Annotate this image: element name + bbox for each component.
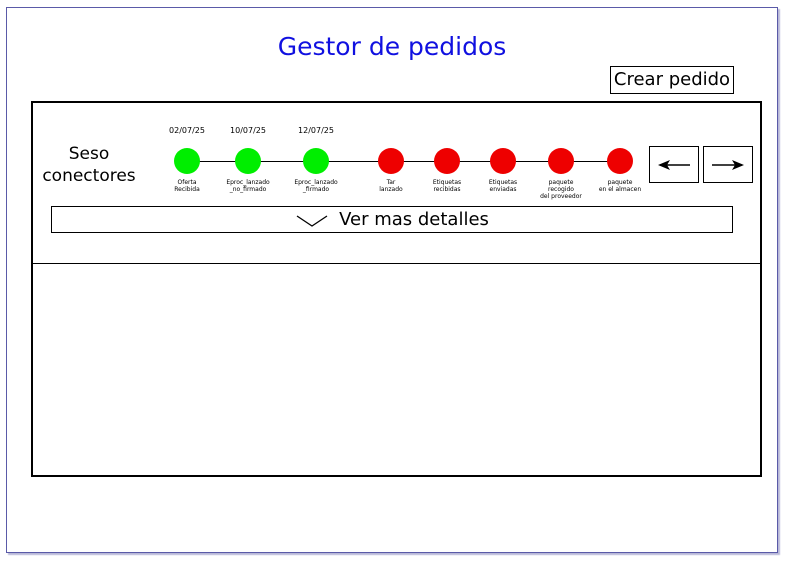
step-status-dot [174, 148, 200, 174]
step-label: Eproc_lanzado _firmado [294, 179, 338, 193]
step-label: paquete en el almacen [598, 179, 642, 193]
step-status-dot [378, 148, 404, 174]
step-status-dot [548, 148, 574, 174]
order-card: Seso conectores 02/07/25 Oferta Recibida… [31, 101, 762, 477]
step-status-dot [490, 148, 516, 174]
details-toggle-label: Ver mas detalles [339, 209, 489, 230]
order-summary: Seso conectores 02/07/25 Oferta Recibida… [33, 103, 760, 264]
step-status-dot [607, 148, 633, 174]
order-name: Seso conectores [42, 144, 136, 186]
arrow-left-icon [658, 159, 690, 170]
page-frame: Gestor de pedidos Crear pedido Seso cone… [6, 7, 778, 553]
next-step-button[interactable] [703, 146, 753, 183]
details-toggle-button[interactable]: Ver mas detalles [51, 206, 733, 233]
order-details-area [33, 264, 760, 475]
step-status-dot [235, 148, 261, 174]
create-order-button[interactable]: Crear pedido [610, 66, 734, 94]
chevron-down-icon [296, 214, 328, 227]
arrow-right-icon [712, 159, 744, 170]
step-status-dot [303, 148, 329, 174]
page-title: Gestor de pedidos [277, 32, 507, 61]
previous-step-button[interactable] [649, 146, 699, 183]
step-date: 12/07/25 [298, 126, 334, 135]
step-status-dot [434, 148, 460, 174]
